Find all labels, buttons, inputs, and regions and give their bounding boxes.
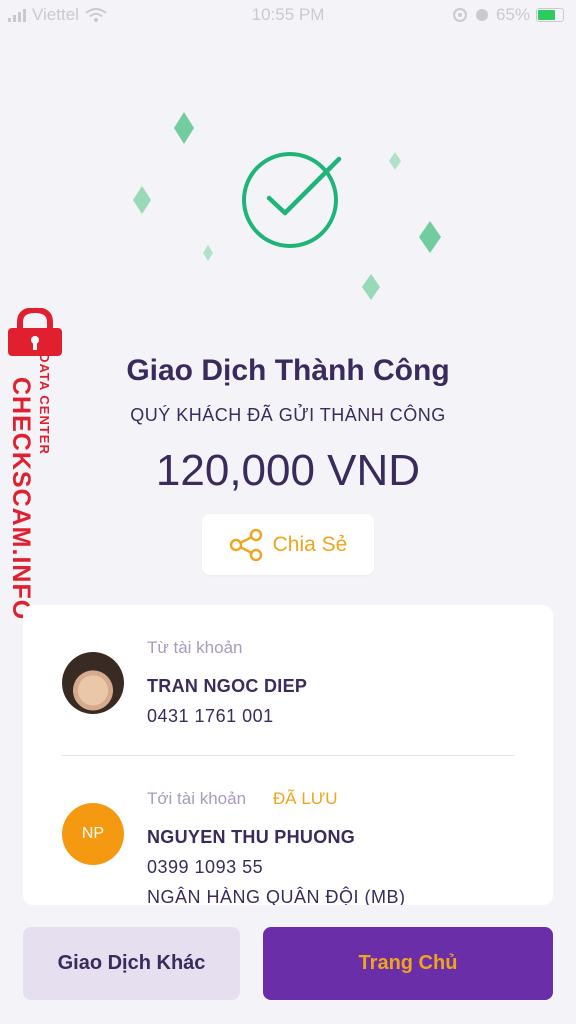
lock-icon <box>8 308 62 356</box>
status-bar: Viettel 10:55 PM 65% <box>0 0 576 32</box>
sender-name: TRAN NGOC DIEP <box>147 676 308 696</box>
sparkle-icons <box>133 112 441 300</box>
success-illustration <box>133 112 441 300</box>
home-button[interactable]: Trang Chủ <box>263 927 553 1000</box>
recipient-avatar: NP <box>62 803 124 865</box>
other-transaction-button[interactable]: Giao Dịch Khác <box>23 927 240 1000</box>
result-subtitle: QUÝ KHÁCH ĐÃ GỬI THÀNH CÔNG <box>130 405 446 425</box>
share-button[interactable]: Chia Sẻ <box>202 514 374 575</box>
transaction-amount: 120,000 VND <box>155 446 421 495</box>
sender-avatar <box>62 652 124 714</box>
recipient-bank: NGÂN HÀNG QUÂN ĐỘI (MB) <box>147 887 406 905</box>
battery-percent: 65% <box>495 5 530 24</box>
saved-badge: ĐÃ LƯU <box>273 789 338 808</box>
checkmark-circle-icon <box>242 152 342 248</box>
from-account-label: Từ tài khoản <box>147 638 243 657</box>
share-icon <box>229 528 262 561</box>
battery-icon <box>536 8 564 22</box>
location-icon <box>452 8 467 22</box>
transaction-detail-card: Từ tài khoản TRAN NGOC DIEP 0431 1761 00… <box>23 605 553 905</box>
battery-fill <box>538 10 555 20</box>
sender-account-number: 0431 1761 001 <box>147 706 274 726</box>
page-title: Giao Dịch Thành Công <box>126 354 450 387</box>
recipient-name: NGUYEN THU PHUONG <box>147 827 356 847</box>
recipient-account-number: 0399 1093 55 <box>147 857 264 877</box>
divider <box>62 755 514 756</box>
alarm-icon <box>475 9 488 21</box>
share-label: Chia Sẻ <box>272 532 348 556</box>
status-right: 65% <box>452 5 564 25</box>
to-account-label: Tới tài khoản <box>147 789 247 808</box>
